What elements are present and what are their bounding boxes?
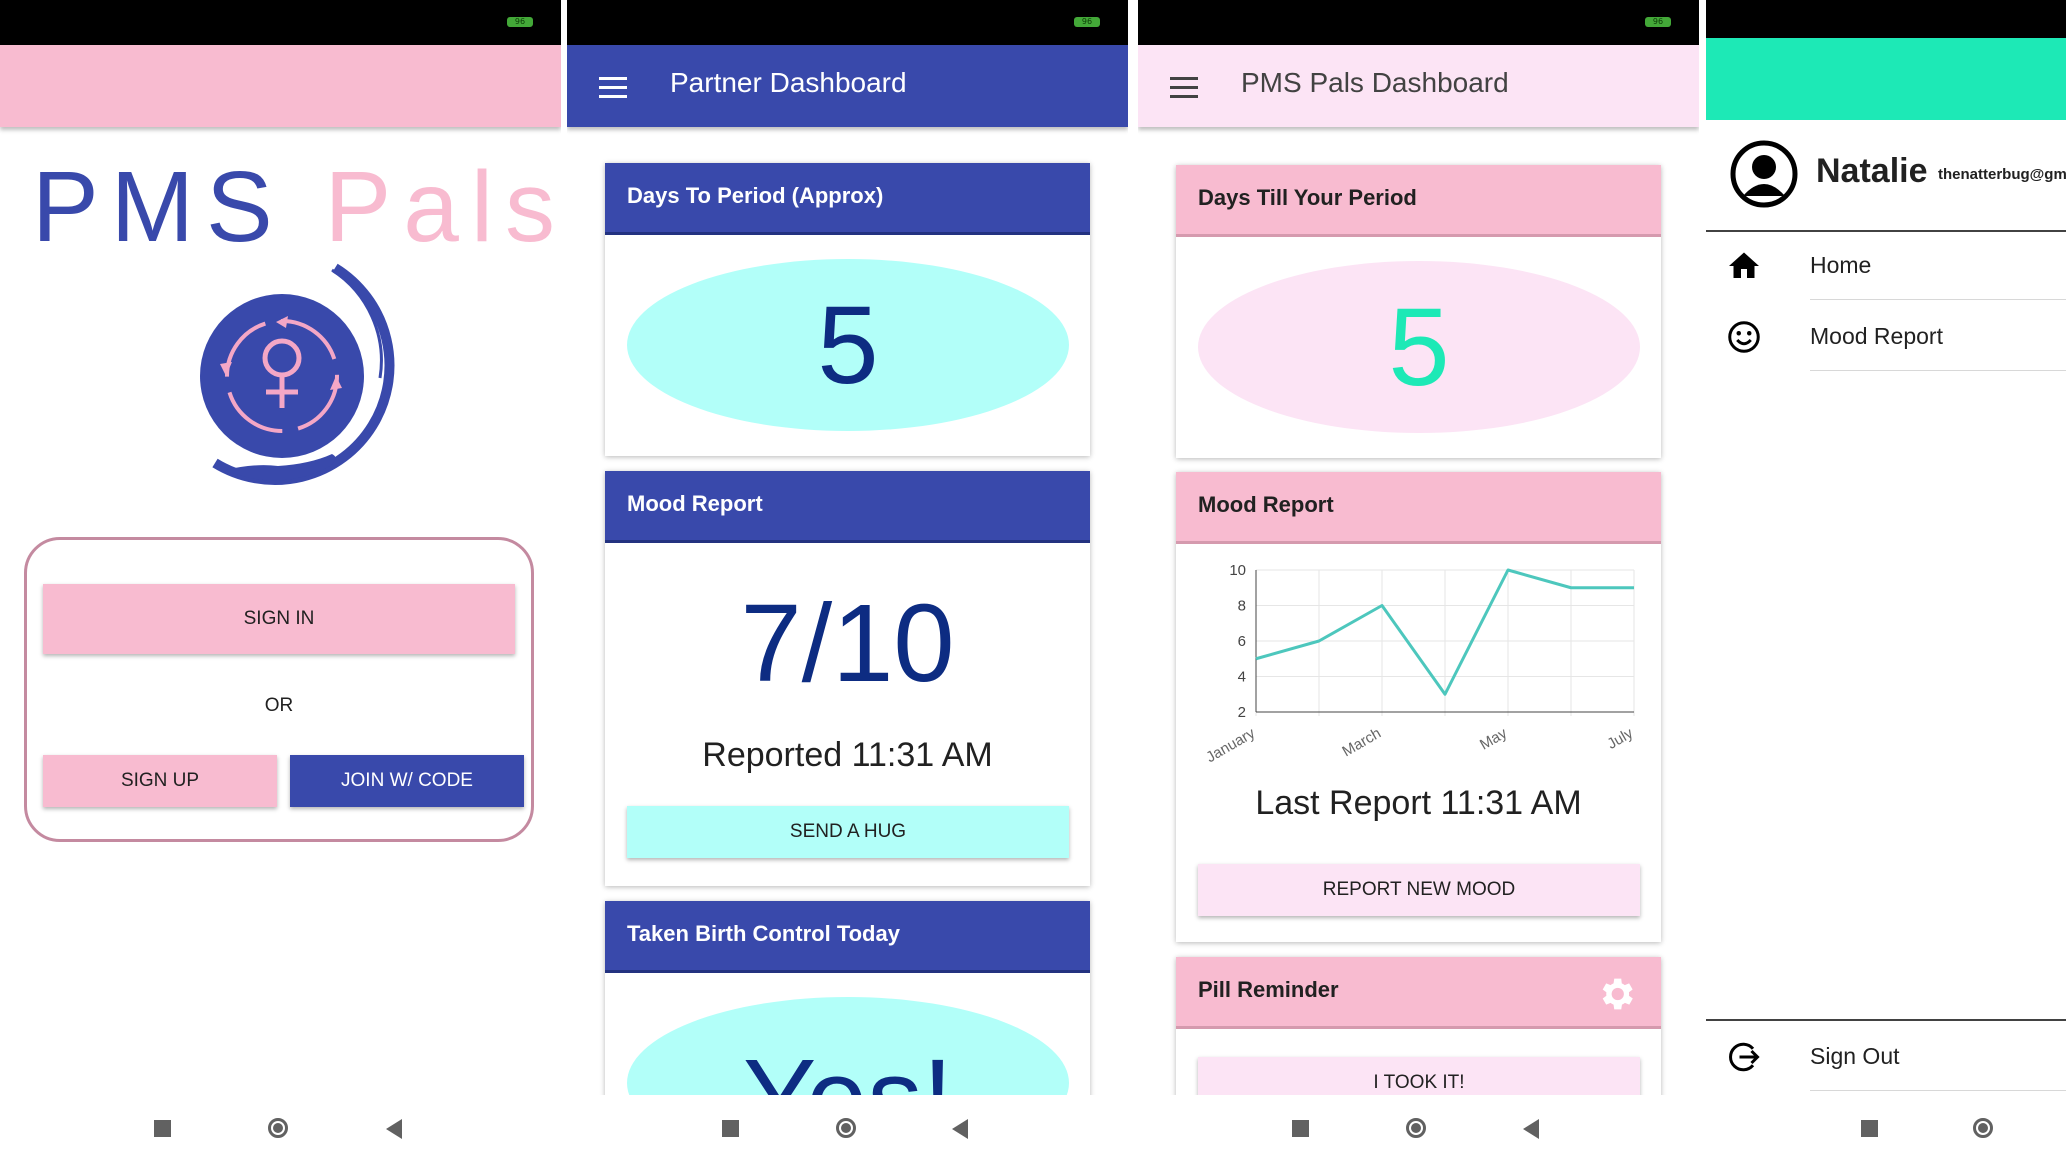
system-nav-bar (1138, 1095, 1699, 1165)
days-oval: 5 (1198, 261, 1640, 433)
battery-icon: 96 (1645, 17, 1671, 27)
drawer-item-label: Home (1810, 252, 1872, 278)
mood-line-chart: 2 4 6 8 10 January March May July (1203, 562, 1636, 766)
drawer-app-bar (1706, 38, 2066, 120)
home-nav-icon[interactable] (1406, 1118, 1426, 1138)
y-tick-label: 4 (1238, 669, 1246, 686)
y-tick-label: 8 (1238, 598, 1246, 615)
card-title: Days To Period (Approx) (605, 163, 1090, 235)
pals-app-bar: PMS Pals Dashboard (1138, 45, 1699, 127)
report-new-mood-button[interactable]: REPORT NEW MOOD (1198, 864, 1640, 916)
x-tick-label: January (1203, 724, 1258, 766)
days-to-period-card: Days To Period (Approx) 5 (605, 163, 1090, 456)
x-tick-label: July (1604, 724, 1636, 752)
status-bar: 96 (567, 0, 1128, 45)
user-email: thenatterbug@gmail.com (1938, 166, 2066, 183)
mood-report-card: Mood Report 7/10 Reported 11:31 AM SEND … (605, 471, 1090, 886)
recents-icon[interactable] (1292, 1120, 1309, 1137)
sign-out-label: Sign Out (1810, 1043, 1900, 1069)
drawer-header: Natalie thenatterbug@gmail.com (1706, 130, 2066, 232)
recents-icon[interactable] (1861, 1120, 1878, 1137)
page-title: Partner Dashboard (670, 67, 907, 98)
auth-panel: SIGN IN OR SIGN UP JOIN W/ CODE (24, 537, 534, 842)
drawer-item-home[interactable]: Home (1706, 230, 2066, 300)
home-icon (1729, 252, 1759, 278)
user-name: Natalie (1816, 152, 1928, 190)
card-title: Pill Reminder (1176, 957, 1661, 1029)
pals-dashboard-screen: 96 PMS Pals Dashboard Days Till Your Per… (1138, 0, 1699, 1165)
days-count: 5 (1388, 285, 1450, 409)
join-with-code-button[interactable]: JOIN W/ CODE (290, 755, 524, 807)
logo-word-pms: PMS (32, 151, 285, 263)
y-tick-label: 10 (1229, 562, 1246, 579)
status-bar: 96 (0, 0, 561, 45)
partner-dashboard-screen: 96 Partner Dashboard Days To Period (App… (567, 0, 1128, 1165)
divider (1810, 370, 2066, 371)
card-title: Mood Report (1176, 472, 1661, 544)
app-logo-text: PMS Pals (32, 150, 561, 265)
card-title: Taken Birth Control Today (605, 901, 1090, 973)
x-tick-label: May (1477, 724, 1510, 753)
divider (1810, 299, 2066, 300)
battery-icon: 96 (507, 17, 533, 27)
status-bar (1706, 0, 2066, 38)
sign-out-icon (1729, 1042, 1760, 1072)
drawer-item-label: Mood Report (1810, 323, 1943, 349)
battery-icon: 96 (1074, 17, 1100, 27)
settings-gear-icon[interactable] (1595, 973, 1637, 1015)
sign-in-button[interactable]: SIGN IN (43, 584, 515, 654)
login-app-bar (0, 45, 561, 127)
page-title: PMS Pals Dashboard (1241, 67, 1509, 98)
mood-report-card: Mood Report 2 4 6 8 10 January March May July La… (1176, 472, 1661, 942)
smiley-icon (1728, 321, 1760, 353)
login-screen: 96 PMS Pals SIGN IN OR SIGN UP JOIN W/ C… (0, 0, 561, 1165)
divider (1810, 1090, 2066, 1091)
system-nav-bar (1706, 1095, 2066, 1165)
status-bar: 96 (1138, 0, 1699, 45)
recents-icon[interactable] (722, 1120, 739, 1137)
back-icon[interactable] (386, 1119, 402, 1139)
send-hug-button[interactable]: SEND A HUG (627, 806, 1069, 858)
x-tick-label: March (1339, 725, 1384, 761)
days-oval: 5 (627, 259, 1069, 431)
days-till-period-card: Days Till Your Period 5 (1176, 165, 1661, 458)
last-report-time: Last Report 11:31 AM (1255, 784, 1582, 822)
system-nav-bar (567, 1095, 1128, 1165)
partner-app-bar: Partner Dashboard (567, 45, 1128, 127)
drawer-item-sign-out[interactable]: Sign Out (1706, 1021, 2066, 1091)
or-divider-text: OR (264, 695, 294, 716)
app-logo-icon (200, 263, 395, 485)
y-tick-label: 6 (1238, 633, 1246, 650)
hamburger-menu-icon[interactable] (595, 71, 631, 101)
back-icon[interactable] (952, 1119, 968, 1139)
navigation-drawer-screen: Natalie thenatterbug@gmail.com Home Mood… (1706, 0, 2066, 1165)
mood-score: 7/10 (740, 582, 955, 705)
reported-time: Reported 11:31 AM (702, 736, 993, 774)
avatar-icon (1730, 140, 1798, 208)
hamburger-menu-icon[interactable] (1166, 71, 1202, 101)
back-icon[interactable] (1523, 1119, 1539, 1139)
system-nav-bar (0, 1095, 561, 1165)
card-title: Days Till Your Period (1176, 165, 1661, 237)
logo-word-pals: Pals (324, 151, 561, 263)
recents-icon[interactable] (154, 1120, 171, 1137)
y-tick-label: 2 (1238, 704, 1246, 721)
home-nav-icon[interactable] (836, 1118, 856, 1138)
card-title: Mood Report (605, 471, 1090, 543)
home-nav-icon[interactable] (1973, 1118, 1993, 1138)
sign-up-button[interactable]: SIGN UP (43, 755, 277, 807)
days-count: 5 (817, 283, 879, 407)
drawer-item-mood-report[interactable]: Mood Report (1706, 301, 2066, 371)
home-nav-icon[interactable] (268, 1118, 288, 1138)
